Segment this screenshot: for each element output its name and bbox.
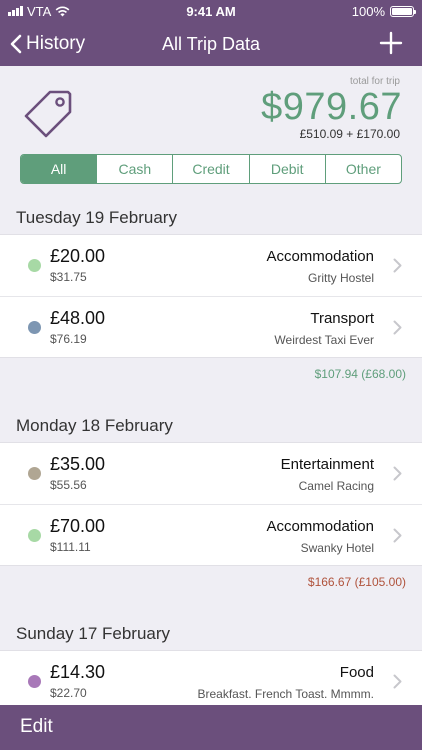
filter-credit[interactable]: Credit [172,155,248,183]
expense-row[interactable]: £20.00 $31.75 Accommodation Gritty Hoste… [0,235,422,296]
filter-debit[interactable]: Debit [248,155,325,183]
expense-description: Camel Racing [298,479,374,493]
section-date: Tuesday 19 February [16,208,177,227]
category-dot [28,467,41,480]
category-dot [28,529,41,542]
expense-row[interactable]: £14.30 $22.70 Food Breakfast. French Toa… [0,651,422,705]
chevron-right-icon [393,258,402,273]
expense-category: Accommodation [266,248,374,265]
tag-icon [24,90,72,138]
chevron-right-icon [393,466,402,481]
add-icon[interactable] [378,30,404,56]
battery-icon [390,5,416,17]
section-total: $107.94 (£68.00) [314,367,406,381]
total-breakdown: £510.09 + £170.00 [299,127,400,141]
day-entries: £20.00 $31.75 Accommodation Gritty Hoste… [0,234,422,358]
section-date: Monday 18 February [16,416,173,435]
status-time: 9:41 AM [186,3,236,19]
category-dot [28,321,41,334]
day-section: Monday 18 February £35.00 $55.56 Enterta… [0,406,422,602]
chevron-left-icon [10,34,22,54]
status-bar: VTA 9:41 AM 100% [0,0,422,22]
filter-all[interactable]: All [21,155,97,183]
expense-list[interactable]: Tuesday 19 February £20.00 $31.75 Accomm… [0,198,422,705]
edit-button[interactable]: Edit [20,716,53,738]
total-amount: $979.67 [261,86,402,128]
expense-description: Swanky Hotel [300,541,374,555]
filter-other[interactable]: Other [324,155,401,183]
expense-amount: £35.00 [50,454,106,474]
navigation-bar: History All Trip Data [0,22,422,66]
bottom-toolbar: Edit [0,705,422,750]
day-section: Tuesday 19 February £20.00 $31.75 Accomm… [0,198,422,394]
category-dot [28,675,41,688]
expense-description: Breakfast. French Toast. Mmmm. [197,687,375,701]
expense-row[interactable]: £70.00 $111.11 Accommodation Swanky Hote… [0,504,422,565]
chevron-right-icon [393,674,402,689]
expense-amount: £48.00 [50,308,106,328]
expense-category: Accommodation [266,518,374,535]
wifi-icon [55,6,70,16]
expense-amount: £14.30 [50,662,106,682]
chevron-right-icon [393,528,402,543]
expense-converted: $22.70 [50,686,87,700]
expense-row[interactable]: £35.00 $55.56 Entertainment Camel Racing [0,443,422,504]
expense-category: Transport [310,310,374,327]
back-button-label: History [26,33,86,54]
chevron-right-icon [393,320,402,335]
expense-converted: $55.56 [50,478,87,492]
expense-category: Entertainment [280,456,374,473]
filter-cash[interactable]: Cash [96,155,172,183]
expense-converted: $31.75 [50,270,87,284]
status-right: 100% [274,3,416,19]
trip-summary: total for trip $979.67 £510.09 + £170.00… [0,66,422,198]
expense-category: Food [339,664,374,681]
day-entries: £14.30 $22.70 Food Breakfast. French Toa… [0,650,422,705]
battery-percent: 100% [351,3,385,19]
section-date: Sunday 17 February [16,624,171,643]
carrier-label: VTA [27,3,52,19]
section-total: $166.67 (£105.00) [307,575,406,589]
signal-icon [8,6,23,16]
expense-description: Gritty Hostel [307,271,374,285]
day-section: Sunday 17 February £14.30 $22.70 Food Br… [0,614,422,705]
payment-filter: All Cash Credit Debit Other [20,154,402,184]
expense-amount: £70.00 [50,516,106,536]
category-dot [28,259,41,272]
day-entries: £35.00 $55.56 Entertainment Camel Racing… [0,442,422,566]
back-button[interactable]: History [10,22,85,66]
expense-amount: £20.00 [50,246,106,266]
expense-row[interactable]: £48.00 $76.19 Transport Weirdest Taxi Ev… [0,296,422,357]
status-left: VTA [8,4,148,19]
expense-converted: $76.19 [50,332,87,346]
expense-description: Weirdest Taxi Ever [274,333,374,347]
expense-converted: $111.11 [50,540,91,554]
